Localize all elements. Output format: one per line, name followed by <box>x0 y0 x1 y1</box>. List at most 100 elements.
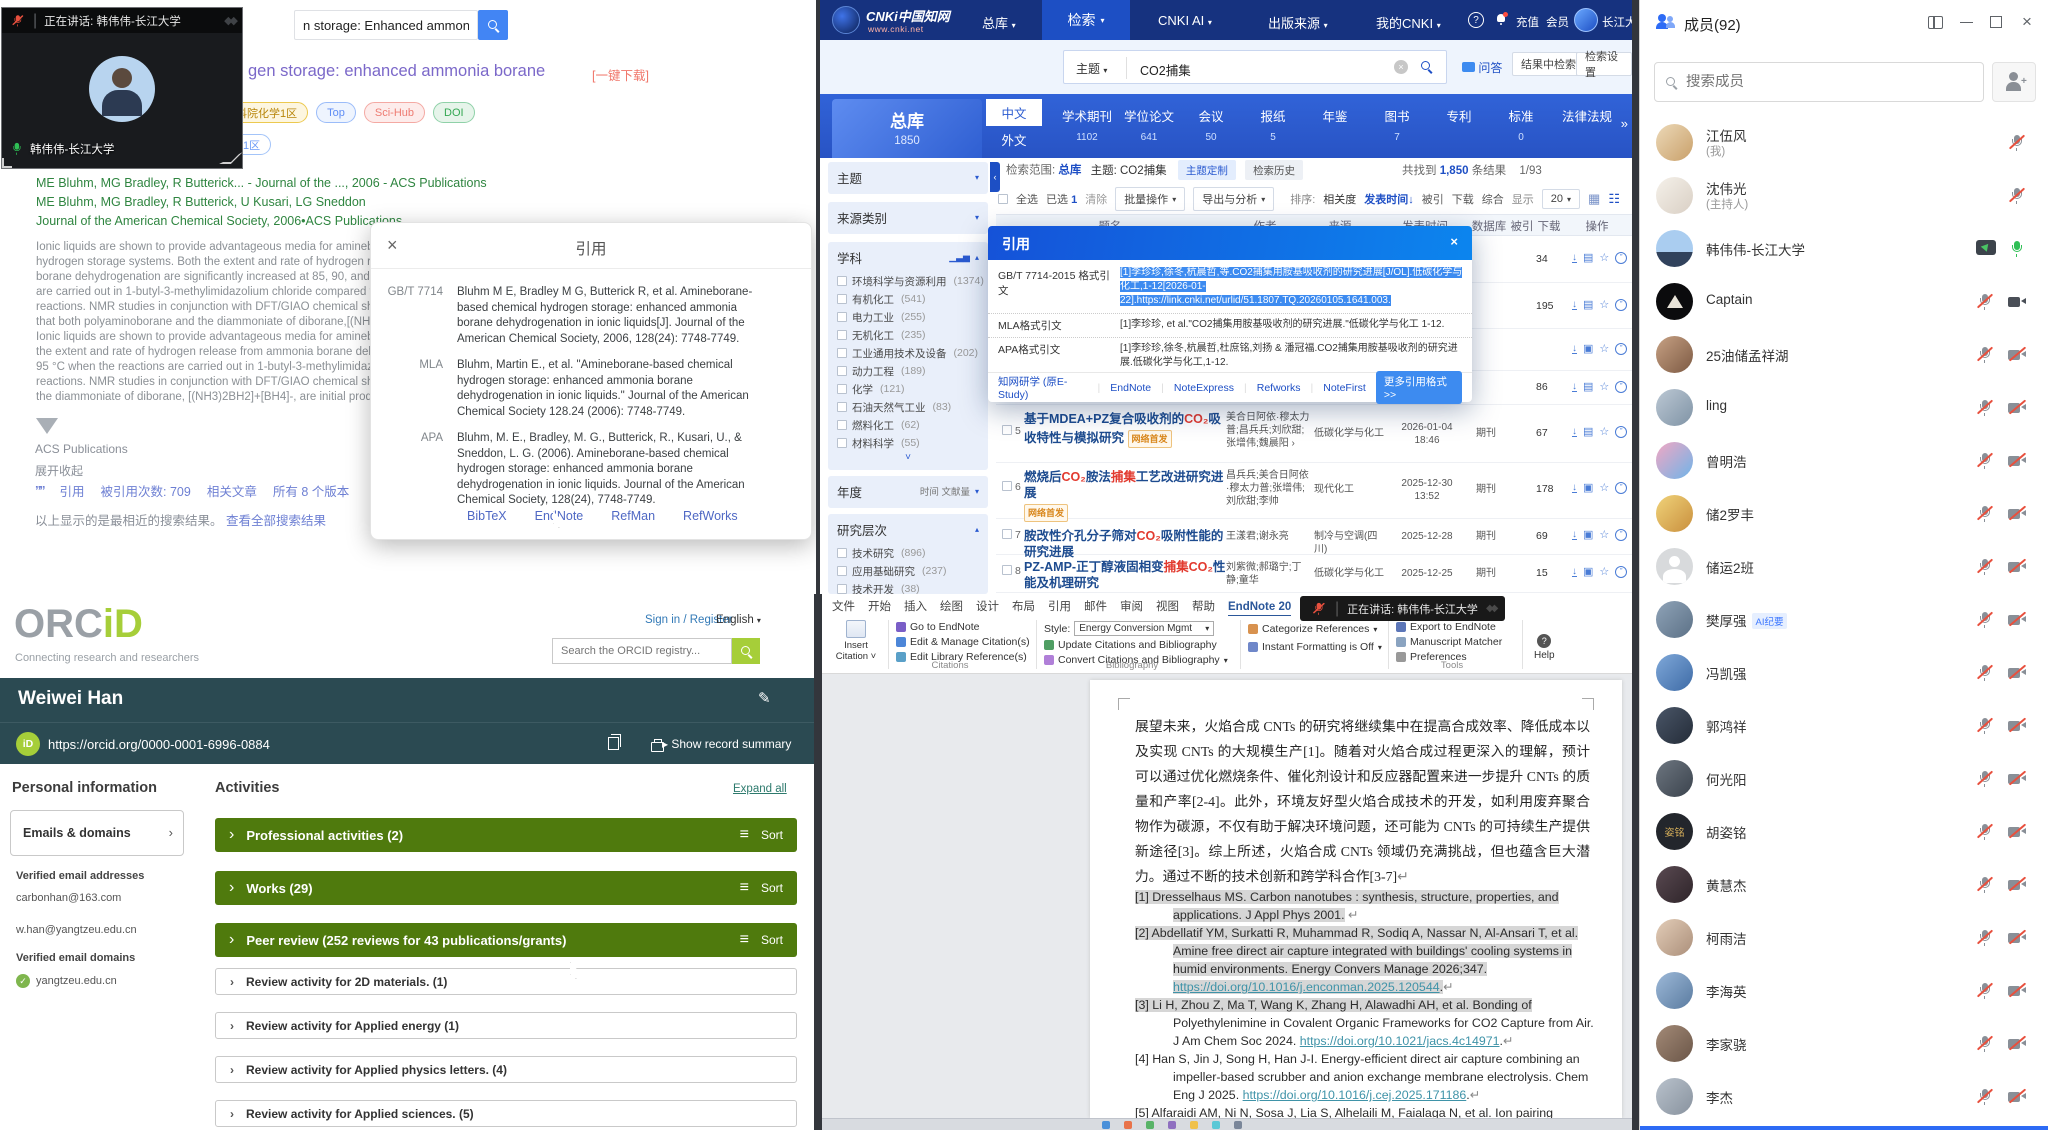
taskbar-icon[interactable] <box>1146 1121 1154 1129</box>
refworks-link[interactable]: RefWorks <box>683 509 738 523</box>
download-icon[interactable]: ↓ <box>1572 253 1577 263</box>
cite-icon[interactable]: ” <box>1615 252 1627 264</box>
facet-item[interactable]: 有机化工(541) <box>828 290 988 308</box>
cite-link[interactable]: 引用 <box>60 481 85 500</box>
review-row-applied-sciences[interactable]: ›Review activity for Applied sciences. (… <box>215 1100 797 1127</box>
resize-handle[interactable] <box>2 158 12 168</box>
notification-bell-icon[interactable] <box>1494 13 1507 26</box>
member-row-speaking[interactable]: 韩伟伟-长江大学 <box>1640 222 2048 275</box>
sort-pubtime-active[interactable]: 发表时间↓ <box>1364 191 1414 207</box>
taskbar-icon[interactable] <box>1124 1121 1132 1129</box>
tab-patents[interactable]: 专利 <box>1428 106 1490 132</box>
nav-sources[interactable]: 出版来源 ▾ <box>1268 13 1328 32</box>
facet-item[interactable]: 应用基础研究(237) <box>828 562 988 580</box>
tab-zongku-selected[interactable]: 总库 1850 <box>832 99 982 158</box>
endnote-link[interactable]: EndNote <box>1110 382 1151 394</box>
close-icon[interactable]: × <box>2022 12 2032 32</box>
endnote-link[interactable]: EndNote <box>535 509 584 523</box>
orcid-search-input[interactable] <box>552 638 732 664</box>
expand-collapse-link[interactable]: 展开收起 <box>35 462 83 479</box>
maximize-icon[interactable] <box>1990 16 2002 28</box>
facet-topic[interactable]: 主题▾ <box>828 162 988 194</box>
select-all-checkbox[interactable] <box>998 194 1008 204</box>
tab-laws[interactable]: 法律法规 <box>1552 106 1622 132</box>
paragraph[interactable]: 展望未来，火焰合成 CNTs 的研究将继续集中在提高合成效率、降低成本以及实现 … <box>1135 714 1590 889</box>
search-in-results-button[interactable]: 结果中检索 <box>1512 52 1585 76</box>
member-row[interactable]: 樊厚强AI纪要 <box>1640 593 2048 646</box>
mic-active-icon[interactable] <box>2008 240 2025 257</box>
facet-item[interactable]: 工业通用技术及设备(202) <box>828 344 988 362</box>
facet-item[interactable]: 动力工程(189) <box>828 362 988 380</box>
cited-by-link[interactable]: 被引用次数: 709 <box>101 481 191 500</box>
member-row[interactable]: 沈伟光(主持人) <box>1640 169 2048 222</box>
member-row[interactable]: 曾明浩 <box>1640 434 2048 487</box>
badge-scihub[interactable]: Sci-Hub <box>364 102 425 123</box>
tab-conferences[interactable]: 会议50 <box>1180 106 1242 143</box>
refworks-link[interactable]: Refworks <box>1257 382 1301 394</box>
checkbox[interactable] <box>837 276 847 286</box>
mic-muted-icon[interactable] <box>1976 293 1993 310</box>
see-all-results-link[interactable]: 查看全部搜索结果 <box>226 514 326 528</box>
tabs-more-icon[interactable]: » <box>1621 116 1628 131</box>
qa-link[interactable]: 问答 <box>1462 59 1502 76</box>
result-title-link[interactable]: gen storage: enhanced ammonia borane <box>248 62 545 81</box>
tab-chinese[interactable]: 中文 <box>986 99 1042 126</box>
expand-more-icon[interactable]: ˅ <box>828 452 988 463</box>
camera-muted-icon[interactable] <box>2008 346 2027 363</box>
show-record-summary[interactable]: ▸ Show record summary <box>662 737 791 751</box>
scholar-search-button[interactable] <box>478 10 508 40</box>
member-row[interactable]: Captain <box>1640 275 2048 328</box>
edit-pencil-icon[interactable]: ✎ <box>758 689 771 707</box>
camera-on-icon[interactable] <box>2008 293 2027 310</box>
badge-doi[interactable]: DOI <box>433 102 475 123</box>
references-list[interactable]: [1] Dresselhaus MS. Carbon nanotubes : s… <box>1135 888 1597 1130</box>
member-row[interactable]: 储2罗丰 <box>1640 487 2048 540</box>
member-row[interactable]: 何光阳 <box>1640 752 2048 805</box>
refman-link[interactable]: RefMan <box>611 509 655 523</box>
member-row[interactable]: ling <box>1640 381 2048 434</box>
member-row[interactable]: 储运2班 <box>1640 540 2048 593</box>
notefirst-link[interactable]: NoteFirst <box>1323 382 1366 394</box>
member-row[interactable]: 25油储孟祥湖 <box>1640 328 2048 381</box>
tab-newspapers[interactable]: 报纸5 <box>1242 106 1304 143</box>
orcid-search-button[interactable] <box>732 638 760 664</box>
member-row-partial[interactable]: 李杰 <box>1640 1070 2048 1123</box>
result-row-5[interactable]: 5 基于MDEA+PZ复合吸收剂的CO₂吸收特性与模拟研究 网络首发 美合日阿依… <box>996 405 1632 463</box>
screen-share-icon[interactable] <box>1976 240 1996 255</box>
member-row[interactable]: 江伍风(我) <box>1640 116 2048 169</box>
review-row-2d-materials[interactable]: ›Review activity for 2D materials. (1) <box>215 968 797 995</box>
member-row[interactable]: 冯凯强 <box>1640 646 2048 699</box>
grid-view-icon[interactable]: ▦ <box>1588 191 1600 207</box>
member-row[interactable]: 姿铭 胡姿铭 <box>1640 805 2048 858</box>
export-to-endnote-button[interactable]: Export to EndNote <box>1396 621 1502 633</box>
vip-link[interactable]: 会员 <box>1546 14 1569 30</box>
categorize-references-button[interactable]: Categorize References ▾ <box>1248 623 1382 635</box>
facet-item[interactable]: 材料科学(55) <box>828 434 988 452</box>
facet-item[interactable]: 化学(121) <box>828 380 988 398</box>
sidebar-toggle-icon[interactable] <box>1928 16 1943 29</box>
doi-link[interactable]: https://doi.org/10.1021/jacs.4c14971 <box>1300 1034 1500 1048</box>
tab-mailings[interactable]: 邮件 <box>1084 598 1107 614</box>
taskbar-icon[interactable] <box>1190 1121 1198 1129</box>
tab-design[interactable]: 设计 <box>976 598 999 614</box>
doi-link[interactable]: https://doi.org/10.1016/j.cej.2025.17118… <box>1243 1088 1467 1102</box>
search-history-button[interactable]: 检索历史 <box>1245 160 1303 180</box>
scholar-search-input[interactable] <box>294 10 478 40</box>
bibtex-link[interactable]: BibTeX <box>467 509 507 523</box>
member-row[interactable]: 柯雨洁 <box>1640 911 2048 964</box>
one-click-download-link[interactable]: [一键下载] <box>592 65 649 84</box>
field-select[interactable]: 主题 ▾ <box>1076 60 1107 77</box>
nav-cnki-ai[interactable]: CNKI AI ▾ <box>1158 13 1212 28</box>
sort-relevance[interactable]: 相关度 <box>1323 191 1356 207</box>
orcid-id-url[interactable]: https://orcid.org/0000-0001-6996-0884 <box>48 737 270 752</box>
topic-custom-button[interactable]: 主题定制 <box>1178 160 1236 180</box>
tab-theses[interactable]: 学位论文641 <box>1118 106 1180 143</box>
clear-icon[interactable]: × <box>1394 60 1408 74</box>
taskbar-icon[interactable] <box>1102 1121 1110 1129</box>
manuscript-matcher-button[interactable]: Manuscript Matcher <box>1396 636 1502 648</box>
sort-button[interactable]: Sort <box>761 881 783 895</box>
row-checkbox[interactable] <box>1002 425 1012 435</box>
close-icon[interactable]: × <box>1450 234 1458 249</box>
help-icon[interactable]: ? <box>1468 12 1484 28</box>
insert-citation-button[interactable]: InsertCitation ˅ <box>830 620 882 662</box>
